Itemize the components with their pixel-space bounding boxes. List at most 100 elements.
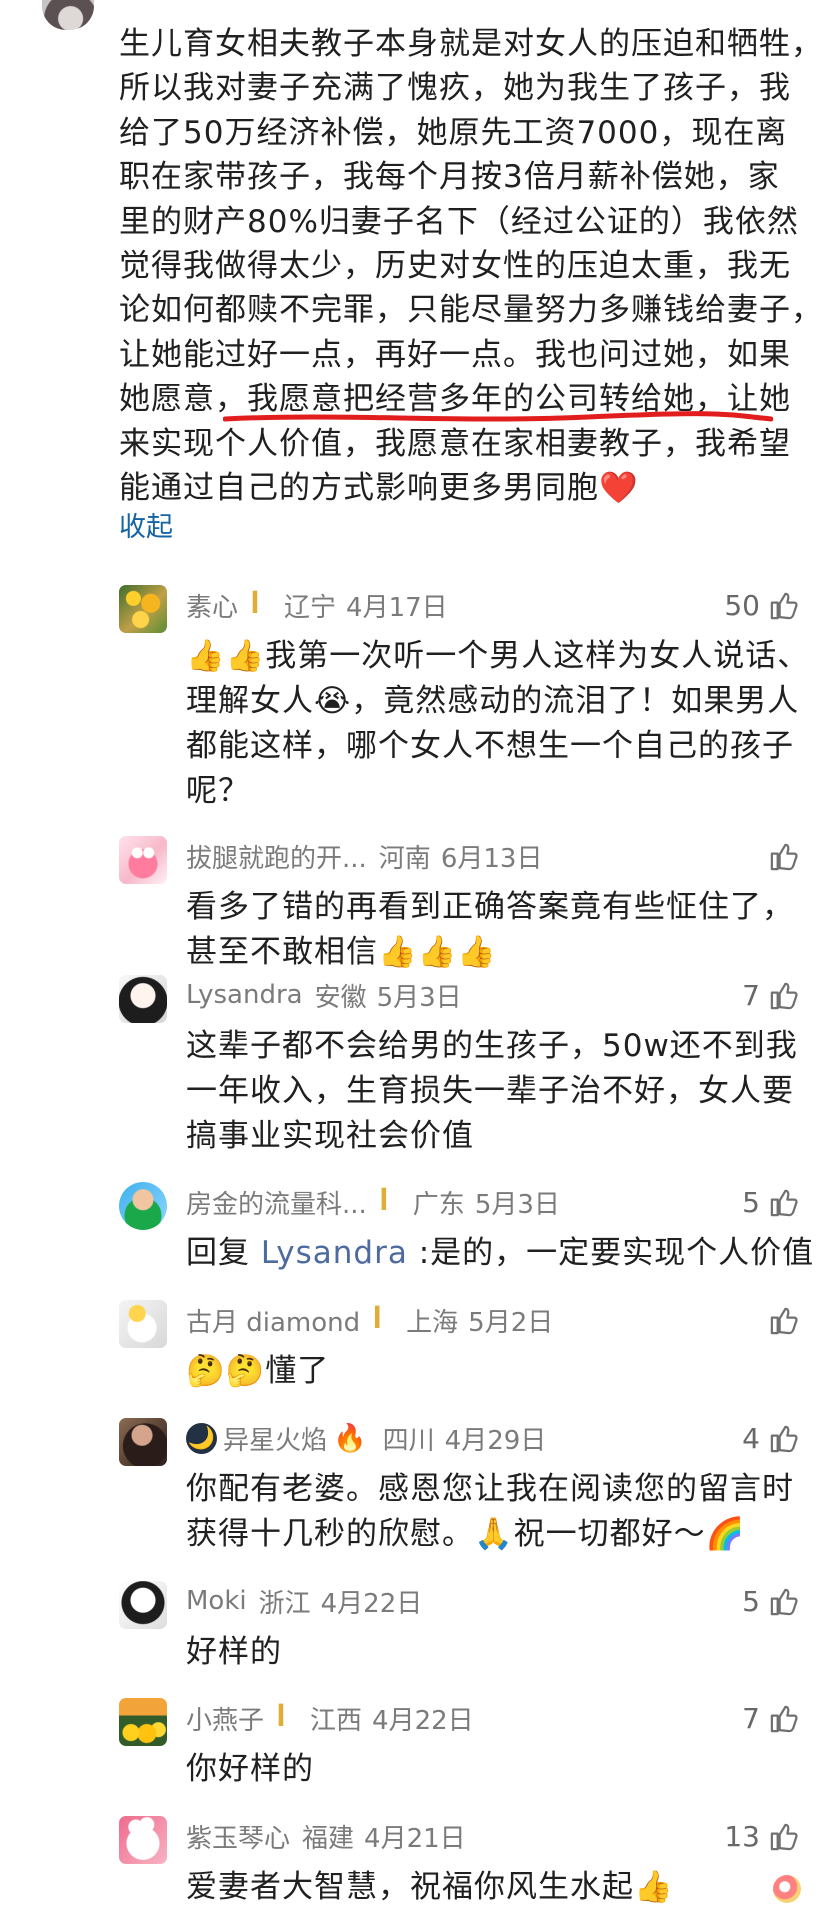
original-poster-avatar[interactable] [42,0,94,30]
thumbs-up-icon [768,1187,799,1218]
like-button[interactable] [760,1301,799,1339]
location-text: 福建 [302,1823,355,1854]
reply-prefix: 回复 [186,1235,261,1271]
comment-date: 4月21日 [364,1823,466,1854]
comment-text: 你配有老婆。感恩您让我在阅读您的留言时 获得十几秒的欣慰。🙏祝一切都好～🌈 [186,1467,794,1557]
post-line: 职在家带孩子，我每个月按3倍月薪补偿她，家 [119,159,780,196]
flower-avatar-icon[interactable] [119,585,167,633]
comment-line: 这辈子都不会给男的生孩子，50w还不到我 [186,1028,798,1064]
comment-line: 获得十几秒的欣慰。🙏祝一切都好～🌈 [186,1516,746,1552]
like-count: 4 [742,1421,760,1455]
username[interactable]: 异星火焰 [223,1420,327,1457]
like-button[interactable]: 50 [724,586,799,624]
like-count: 5 [742,1584,760,1618]
like-button[interactable]: 13 [724,1817,799,1855]
cartoon-avatar-icon[interactable] [119,1300,167,1348]
like-button[interactable]: 5 [742,1183,799,1221]
pink-character-avatar-icon[interactable] [119,836,167,884]
thumbs-up-icon [768,1305,799,1336]
girl-avatar-icon[interactable] [119,975,167,1023]
location-text: 江西 [310,1705,363,1736]
username[interactable]: 紫玉琴心 [186,1818,290,1855]
location-text: 河南 [378,843,431,874]
comment-text: 好样的 [186,1630,791,1675]
comment-header: 素心 ꟾ 辽宁 4月17日 50 [186,585,799,625]
comment-line: 你配有老婆。感恩您让我在阅读您的留言时 [186,1471,794,1507]
username[interactable]: 素心 [186,587,238,624]
post-line: 来实现个人价值，我愿意在家相妻教子，我希望 [119,425,791,462]
dark-portrait-avatar-icon[interactable] [119,1418,167,1466]
comment-header: 小燕子 ꟾ 江西 4月22日 7 [186,1698,799,1738]
comment-header: 紫玉琴心 福建 4月21日 13 [186,1816,799,1856]
thumbs-up-icon [768,1423,799,1454]
location-text: 广东 [412,1189,465,1220]
comment-text: 🤔🤔懂了 [186,1349,791,1394]
comment-line: 一年收入，生育损失一辈子治不好，女人要 [186,1073,794,1109]
like-button[interactable]: 4 [742,1419,799,1457]
comment-line: 爱妻者大智慧，祝福你风生水起👍 [186,1869,674,1905]
verified-badge-icon: ꟾ [276,1704,286,1732]
location-text: 浙江 [258,1588,311,1619]
collapse-button[interactable]: 收起 [119,505,173,544]
like-count: 50 [724,588,760,622]
location-text: 四川 [382,1425,435,1456]
username[interactable]: Lysandra [186,980,303,1010]
like-button[interactable]: 7 [742,1699,799,1737]
comment-date: 4月22日 [372,1705,474,1736]
comment-text: 这辈子都不会给男的生孩子，50w还不到我 一年收入，生育损失一辈子治不好，女人要… [186,1024,798,1159]
sketch-avatar-icon[interactable] [119,1581,167,1629]
comment-date: 4月22日 [320,1588,423,1619]
comment-line: 都能这样，哪个女人不想生一个自己的孩子 [186,728,794,764]
verified-badge-icon: ꟾ [250,591,260,619]
comment-line: 呢？ [186,773,250,809]
weibo-logo-icon [773,1874,801,1903]
post-line: 里的财产80%归妻子名下（经过公证的）我依然 [119,203,799,240]
rabbit-avatar-icon[interactable] [119,1816,167,1864]
post-line: 生儿育女相夫教子本身就是对女人的压迫和牺牲， [119,26,823,62]
thumbs-up-icon [768,841,799,872]
username[interactable]: 小燕子 [186,1700,264,1737]
man-avatar-icon[interactable] [119,1182,167,1230]
post-line: 给了50万经济补偿，她原先工资7000，现在离 [119,114,788,151]
comment-line: 🤔🤔懂了 [186,1353,330,1389]
like-count: 7 [742,1701,760,1735]
username[interactable]: 拔腿就跑的开... [186,838,367,875]
comment-header: 拔腿就跑的开... 河南 6月13日 [186,836,799,876]
location-text: 安徽 [314,982,367,1013]
like-button[interactable]: 7 [742,976,799,1014]
username[interactable]: Moki [186,1586,247,1616]
comment-line: 好样的 [186,1634,282,1670]
thumbs-up-icon [768,590,799,621]
comment-header: 古月 diamond ꟾ 上海 5月2日 [186,1300,799,1340]
comment-date: 5月3日 [474,1189,560,1220]
fire-icon: 🔥 [333,1423,367,1454]
weibo-comment-screenshot: 生儿育女相夫教子本身就是对女人的压迫和牺牲， 所以我对妻子充满了愧疚，她为我生了… [0,0,825,1920]
original-post-text: 生儿育女相夫教子本身就是对女人的压迫和牺牲， 所以我对妻子充满了愧疚，她为我生了… [119,22,823,510]
comment-text: 回复 Lysandra :是的，一定要实现个人价值 [186,1231,813,1276]
post-line: 所以我对妻子充满了愧疚，她为我生了孩子，我 [119,70,791,107]
reply-mention-link[interactable]: Lysandra [261,1235,408,1271]
thumbs-up-icon [768,980,799,1011]
reply-line: 回复 Lysandra :是的，一定要实现个人价值 [186,1231,813,1276]
username[interactable]: 房金的流量科... [186,1184,367,1221]
comment-date: 6月13日 [440,843,543,874]
verified-badge-icon: ꟾ [372,1306,382,1334]
location-text: 上海 [406,1307,459,1338]
post-line: 让她能过好一点，再好一点。我也问过她，如果 [119,336,791,373]
thumbs-up-icon [768,1586,799,1617]
thumbs-up-icon [768,1821,799,1852]
like-button[interactable]: 5 [742,1582,799,1620]
sunflower-avatar-icon[interactable] [119,1698,167,1746]
comment-date: 5月2日 [468,1307,554,1338]
post-line: 能通过自己的方式影响更多男同胞❤️ [119,469,639,506]
comment-date: 5月3日 [376,982,462,1013]
like-button[interactable] [760,837,799,875]
comment-text: 看多了错的再看到正确答案竟有些怔住了， 甚至不敢相信👍👍👍 [186,885,793,975]
username[interactable]: 古月 diamond [186,1302,360,1339]
thumbs-up-icon [768,1703,799,1734]
comment-line: 甚至不敢相信👍👍👍 [186,934,497,970]
comment-header: Moki 浙江 4月22日 5 [186,1581,799,1621]
comment-header: Lysandra 安徽 5月3日 7 [186,975,799,1015]
reply-text: :是的，一定要实现个人价值 [407,1235,815,1271]
comment-text: 你好样的 [186,1747,791,1792]
